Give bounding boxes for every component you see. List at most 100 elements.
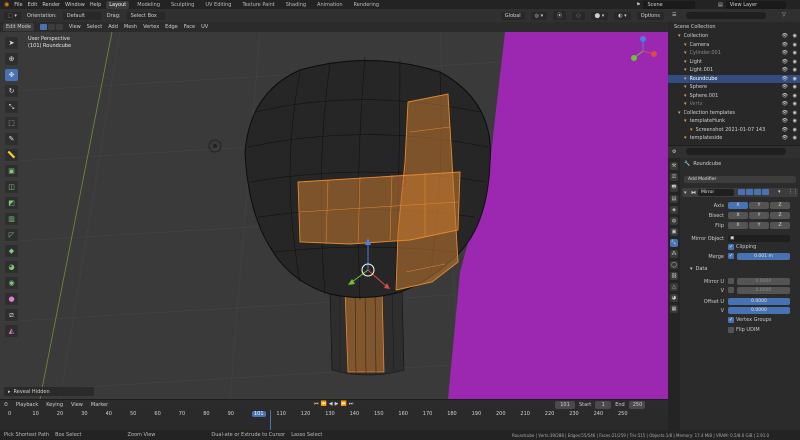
modifier-name-field[interactable]: Mirror xyxy=(698,189,734,196)
mirror-u-checkbox[interactable] xyxy=(728,278,734,284)
merge-distance-field[interactable]: 0.001 m xyxy=(737,253,790,260)
modifier-menu-icon[interactable]: ▾ xyxy=(778,189,781,195)
jump-start-icon[interactable]: ⏮ xyxy=(314,401,319,407)
mirror-u-offset-field[interactable]: 0.0000 xyxy=(737,278,790,285)
overlays-dropdown[interactable]: ⬤ ▾ xyxy=(590,11,609,20)
material-tab-icon[interactable]: ◕ xyxy=(670,294,678,302)
modifier-tab-icon[interactable]: 🔧 xyxy=(670,239,678,247)
outliner-row[interactable]: ▾ Screenshot 2021-01-07 143 👁 ◉ xyxy=(668,126,800,134)
visibility-eye-icon[interactable]: 👁 xyxy=(782,118,788,124)
menu-render[interactable]: Render xyxy=(42,2,60,8)
on-cage-toggle[interactable] xyxy=(746,189,753,195)
loop-cut-tool-icon[interactable]: ▥ xyxy=(5,213,18,225)
rip-tool-icon[interactable]: ◭ xyxy=(5,325,18,337)
start-frame-field[interactable]: 1 xyxy=(595,401,612,409)
extrude-tool-icon[interactable]: ▣ xyxy=(5,165,18,177)
play-reverse-icon[interactable]: ◀ xyxy=(329,401,333,407)
timeline-menu-keying[interactable]: Keying xyxy=(46,402,63,408)
inset-tool-icon[interactable]: ◫ xyxy=(5,181,18,193)
render-camera-icon[interactable]: ◉ xyxy=(793,42,797,48)
constraints-tab-icon[interactable]: ⛓ xyxy=(670,272,678,280)
menu-edit[interactable]: Edit xyxy=(28,2,38,8)
timeline-editor-icon[interactable]: ⏱ xyxy=(4,402,8,408)
physics-tab-icon[interactable]: ◯ xyxy=(670,261,678,269)
view-layer-name-field[interactable]: View Layer xyxy=(725,1,786,9)
visibility-eye-icon[interactable]: 👁 xyxy=(782,33,788,39)
axis-x-toggle[interactable]: X xyxy=(728,202,748,209)
end-frame-field[interactable]: 250 xyxy=(628,401,645,409)
transform-orientation-dropdown[interactable]: Global xyxy=(500,11,525,20)
tool-tab-icon[interactable]: ⚒ xyxy=(670,162,678,170)
data-tab-icon[interactable]: △ xyxy=(670,283,678,291)
render-camera-icon[interactable]: ◉ xyxy=(793,110,797,116)
render-camera-icon[interactable]: ◉ xyxy=(793,84,797,90)
jump-end-icon[interactable]: ⏭ xyxy=(349,401,354,407)
properties-search-input[interactable] xyxy=(686,148,786,155)
axis-z-toggle[interactable]: Z xyxy=(770,202,790,209)
workspace-tab-texture-paint[interactable]: Texture Paint xyxy=(239,1,277,9)
smooth-tool-icon[interactable]: ◉ xyxy=(5,277,18,289)
outliner-row[interactable]: ▾ Roundcube 👁 ◉ xyxy=(668,74,800,83)
view-layer-selector[interactable]: ▤ View Layer xyxy=(718,1,786,9)
render-tab-icon[interactable]: ⎚ xyxy=(670,173,678,181)
bisect-x-toggle[interactable]: X xyxy=(728,212,748,219)
flip-udim-checkbox[interactable] xyxy=(728,327,734,333)
render-camera-icon[interactable]: ◉ xyxy=(793,101,797,107)
next-key-icon[interactable]: ⏩ xyxy=(340,401,346,407)
visibility-eye-icon[interactable]: 👁 xyxy=(782,135,788,141)
menu-window[interactable]: Window xyxy=(65,2,85,8)
outliner-row[interactable]: ▾ Sphere 👁 ◉ xyxy=(668,83,800,91)
bevel-tool-icon[interactable]: ◩ xyxy=(5,197,18,209)
filter-icon[interactable]: ▽ xyxy=(782,12,786,18)
scene-selector[interactable]: ⚑ Scene xyxy=(636,1,696,9)
clipping-checkbox[interactable]: ✓ xyxy=(728,244,734,250)
interaction-mode-dropdown[interactable]: Edit Mode xyxy=(3,23,34,31)
outliner-row[interactable]: ▾ Camera 👁 ◉ xyxy=(668,41,800,49)
orientation-dropdown[interactable]: Default xyxy=(62,11,101,20)
add-modifier-dropdown[interactable]: Add Modifier xyxy=(684,176,796,183)
workspace-tab-sculpting[interactable]: Sculpting xyxy=(168,1,197,9)
transform-tool-icon[interactable]: ⬚ xyxy=(5,117,18,129)
outliner-row[interactable]: ▾ templateHunk 👁 ◉ xyxy=(668,117,800,125)
pivot-point-dropdown[interactable]: ◎ ▾ xyxy=(530,11,548,20)
face-select-button[interactable] xyxy=(55,24,63,30)
outliner-editor-icon[interactable]: ☰ xyxy=(672,12,676,18)
visibility-eye-icon[interactable]: 👁 xyxy=(782,93,788,99)
mirror-v-checkbox[interactable] xyxy=(728,287,734,293)
render-camera-icon[interactable]: ◉ xyxy=(793,135,797,141)
visibility-eye-icon[interactable]: 👁 xyxy=(782,127,788,133)
workspace-tab-rendering[interactable]: Rendering xyxy=(351,1,383,9)
tweak-tool-icon[interactable]: ➤ xyxy=(5,37,18,49)
timeline-menu-view[interactable]: View xyxy=(71,402,83,408)
outliner-row[interactable]: ▾ Light.001 👁 ◉ xyxy=(668,66,800,74)
visibility-eye-icon[interactable]: 👁 xyxy=(782,101,788,107)
visibility-eye-icon[interactable]: 👁 xyxy=(782,84,788,90)
viewport-menu-mesh[interactable]: Mesh xyxy=(124,24,137,30)
outliner-row[interactable]: ▾ Vertx 👁 ◉ xyxy=(668,100,800,108)
render-camera-icon[interactable]: ◉ xyxy=(793,33,797,39)
render-camera-icon[interactable]: ◉ xyxy=(793,93,797,99)
current-frame-field[interactable]: 101 xyxy=(555,401,575,409)
spin-tool-icon[interactable]: ◕ xyxy=(5,261,18,273)
shading-dropdown[interactable]: ◐ ▾ xyxy=(614,11,631,20)
scene-name-field[interactable]: Scene xyxy=(643,1,696,9)
offset-u-field[interactable]: 0.0000 xyxy=(728,298,790,305)
menu-file[interactable]: File xyxy=(14,2,22,8)
timeline-menu-marker[interactable]: Marker xyxy=(91,402,108,408)
outliner-row[interactable]: ▾ Collection templates 👁 ◉ xyxy=(668,109,800,117)
timeline-ruler[interactable]: 0 10 20 30 40 50 60 70 80 90 101 110 120 130 140 150 160… xyxy=(0,410,668,430)
visibility-eye-icon[interactable]: 👁 xyxy=(782,67,788,73)
flip-x-toggle[interactable]: X xyxy=(728,222,748,229)
mirror-v-offset-field[interactable]: 0.0000 xyxy=(737,287,790,294)
last-operator-panel[interactable]: ▸ Reveal Hidden xyxy=(4,387,94,396)
view-layer-tab-icon[interactable]: ▤ xyxy=(670,195,678,203)
merge-checkbox[interactable]: ✓ xyxy=(728,253,734,259)
outliner-search-input[interactable] xyxy=(686,12,766,19)
render-toggle[interactable] xyxy=(762,189,769,195)
outliner-row[interactable]: ▾ templateside 👁 ◉ xyxy=(668,134,800,142)
shrink-fatten-tool-icon[interactable]: ● xyxy=(5,293,18,305)
vertex-groups-checkbox[interactable]: ✓ xyxy=(728,317,734,323)
timeline-menu-playback[interactable]: Playback xyxy=(16,402,38,408)
prev-key-icon[interactable]: ⏪ xyxy=(321,401,327,407)
bisect-z-toggle[interactable]: Z xyxy=(770,212,790,219)
